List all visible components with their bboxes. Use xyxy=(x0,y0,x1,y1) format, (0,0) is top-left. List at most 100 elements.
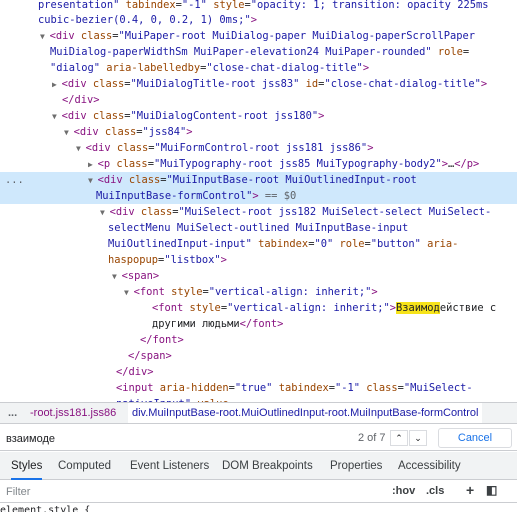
code-token: tabindex xyxy=(119,0,176,11)
element-style-rule: element.style { xyxy=(0,505,91,512)
code-token: "-1" xyxy=(181,0,207,11)
expand-arrow-icon[interactable]: ▼ xyxy=(100,208,110,217)
toggle-sidebar-icon[interactable]: ◧ xyxy=(486,483,497,497)
code-token: <div xyxy=(49,30,75,42)
code-token: class xyxy=(122,174,161,186)
hov-button[interactable]: :hov xyxy=(392,485,415,497)
dom-tree-line[interactable]: cubic-bezier(0.4, 0, 0.2, 1) 0ms;"> xyxy=(0,12,517,28)
code-token: "MuiDialogTitle-root jss83" xyxy=(130,78,300,90)
styles-filter-input[interactable] xyxy=(6,484,366,500)
code-token: "MuiTypography-root jss85 MuiTypography-… xyxy=(153,158,442,170)
dom-tree-line[interactable]: </span> xyxy=(0,348,517,364)
code-token: = xyxy=(462,46,470,58)
expand-arrow-icon[interactable]: ▼ xyxy=(112,272,122,281)
code-token: style xyxy=(164,286,203,298)
expand-arrow-icon[interactable]: ▼ xyxy=(88,176,98,185)
code-token: > xyxy=(480,78,488,90)
code-token: class xyxy=(86,78,125,90)
code-token: "close-chat-dialog-title" xyxy=(324,78,481,90)
dom-tree-line[interactable]: </div> xyxy=(0,364,517,380)
expand-arrow-icon[interactable]: ▼ xyxy=(40,32,50,41)
tab-properties[interactable]: Properties xyxy=(330,452,382,480)
expand-arrow-icon[interactable]: ▼ xyxy=(52,112,62,121)
tab-event-listeners[interactable]: Event Listeners xyxy=(130,452,209,480)
code-token: </font> xyxy=(239,318,284,330)
code-token: role xyxy=(333,238,365,250)
dom-tree-line[interactable]: другими людьми</font> xyxy=(0,316,517,332)
add-style-rule-button[interactable]: + xyxy=(466,482,474,498)
code-token: > xyxy=(362,62,370,74)
expand-arrow-icon[interactable]: ▼ xyxy=(76,144,86,153)
breadcrumb-item-form-control[interactable]: -root.jss181.jss86 xyxy=(30,403,116,423)
code-token: role xyxy=(431,46,463,58)
dom-tree-line[interactable]: haspopup="listbox"> xyxy=(0,252,517,268)
dom-tree-line[interactable]: <font style="vertical-align: inherit;">В… xyxy=(0,300,517,316)
dom-tree-line[interactable]: ▶ <p class="MuiTypography-root jss85 Mui… xyxy=(0,156,517,172)
code-token: "MuiInputBase-root MuiOutlinedInput-root xyxy=(166,174,417,186)
code-token: id xyxy=(299,78,319,90)
code-token: presentation" xyxy=(38,0,120,11)
code-token: style xyxy=(183,302,221,314)
collapsed-arrow-icon[interactable]: ▶ xyxy=(52,80,62,89)
dom-tree-line[interactable]: ▼ <div class="MuiInputBase-root MuiOutli… xyxy=(0,172,517,188)
code-token: "vertical-align: inherit;" xyxy=(227,302,390,314)
node-actions-ellipsis[interactable]: ... xyxy=(5,172,24,188)
code-token: "close-chat-dialog-title" xyxy=(206,62,363,74)
tab-accessibility[interactable]: Accessibility xyxy=(398,452,461,480)
dom-tree-line[interactable]: ▼ <div class="MuiPaper-root MuiDialog-pa… xyxy=(0,28,517,44)
code-token: <font xyxy=(152,302,184,314)
code-token: aria- xyxy=(420,238,459,250)
collapsed-arrow-icon[interactable]: ▶ xyxy=(88,160,98,169)
code-token: class xyxy=(360,382,398,394)
code-token: "MuiFormControl-root jss181 jss86" xyxy=(154,142,368,154)
breadcrumb-item-input-base[interactable]: div.MuiInputBase-root.MuiOutlinedInput-r… xyxy=(128,403,483,423)
dom-tree-line[interactable]: ▼ <div class="MuiDialogContent-root jss1… xyxy=(0,108,517,124)
styles-filter-bar: :hov .cls + ◧ xyxy=(0,481,517,503)
elements-tree[interactable]: presentation" tabindex="-1" style="opaci… xyxy=(0,0,517,402)
code-token: "button" xyxy=(370,238,421,250)
cls-button[interactable]: .cls xyxy=(426,485,444,497)
code-token: ействие с xyxy=(439,302,497,314)
code-token: </font> xyxy=(140,334,184,346)
code-token: > xyxy=(250,14,257,26)
dom-tree-line[interactable]: </div> xyxy=(0,92,517,108)
code-token: "-1" xyxy=(335,382,361,394)
dom-tree-line[interactable]: <input aria-hidden="true" tabindex="-1" … xyxy=(0,380,517,396)
code-token: "vertical-align: inherit;" xyxy=(208,286,372,298)
dom-tree-line[interactable]: ▼ <span> xyxy=(0,268,517,284)
code-token: > xyxy=(367,142,374,154)
tab-computed[interactable]: Computed xyxy=(58,452,111,480)
tab-styles[interactable]: Styles xyxy=(11,452,43,480)
search-input[interactable] xyxy=(6,430,416,447)
breadcrumb: ... -root.jss181.jss86 div.MuiInputBase-… xyxy=(0,402,517,424)
tab-dom-breakpoints[interactable]: DOM Breakpoints xyxy=(222,452,313,480)
code-token: <div xyxy=(97,174,123,186)
code-token: </div> xyxy=(62,94,100,106)
search-highlight: Взаимод xyxy=(396,302,440,314)
dom-tree-line[interactable]: </font> xyxy=(0,332,517,348)
code-token: "MuiSelect-root jss182 MuiSelect-select … xyxy=(178,206,492,218)
dom-tree-line[interactable]: ▼ <div class="MuiSelect-root jss182 MuiS… xyxy=(0,204,517,220)
dom-tree-line[interactable]: ▼ <font style="vertical-align: inherit;"… xyxy=(0,284,517,300)
code-token: "dialog" xyxy=(50,62,101,74)
code-token: class xyxy=(86,110,125,122)
code-token: <input xyxy=(116,382,154,394)
breadcrumb-overflow[interactable]: ... xyxy=(8,403,17,423)
expand-arrow-icon[interactable]: ▼ xyxy=(124,288,134,297)
dom-tree-line[interactable]: MuiDialog-paperWidthSm MuiPaper-elevatio… xyxy=(0,44,517,60)
dom-tree-line[interactable]: MuiInputBase-formControl"> == $0 xyxy=(0,188,517,204)
dom-tree-line[interactable]: "dialog" aria-labelledby="close-chat-dia… xyxy=(0,60,517,76)
dom-tree-line[interactable]: ▼ <div class="MuiFormControl-root jss181… xyxy=(0,140,517,156)
search-next-button[interactable]: ⌄ xyxy=(409,430,427,446)
code-token: MuiDialog-paperWidthSm MuiPaper-elevatio… xyxy=(50,46,432,58)
search-cancel-button[interactable]: Cancel xyxy=(438,428,512,448)
code-token: "listbox" xyxy=(164,254,221,266)
dom-tree-line[interactable]: MuiOutlinedInput-input" tabindex="0" rol… xyxy=(0,236,517,252)
dom-tree-line[interactable]: selectMenu MuiSelect-outlined MuiInputBa… xyxy=(0,220,517,236)
dom-tree-line[interactable]: ▼ <div class="jss84"> xyxy=(0,124,517,140)
dom-tree-line[interactable]: ▶ <div class="MuiDialogTitle-root jss83"… xyxy=(0,76,517,92)
code-token: cubic-bezier(0.4, 0, 0.2, 1) 0ms;" xyxy=(38,14,251,26)
search-prev-button[interactable]: ⌃ xyxy=(390,430,408,446)
code-token: <div xyxy=(61,110,87,122)
expand-arrow-icon[interactable]: ▼ xyxy=(64,128,74,137)
